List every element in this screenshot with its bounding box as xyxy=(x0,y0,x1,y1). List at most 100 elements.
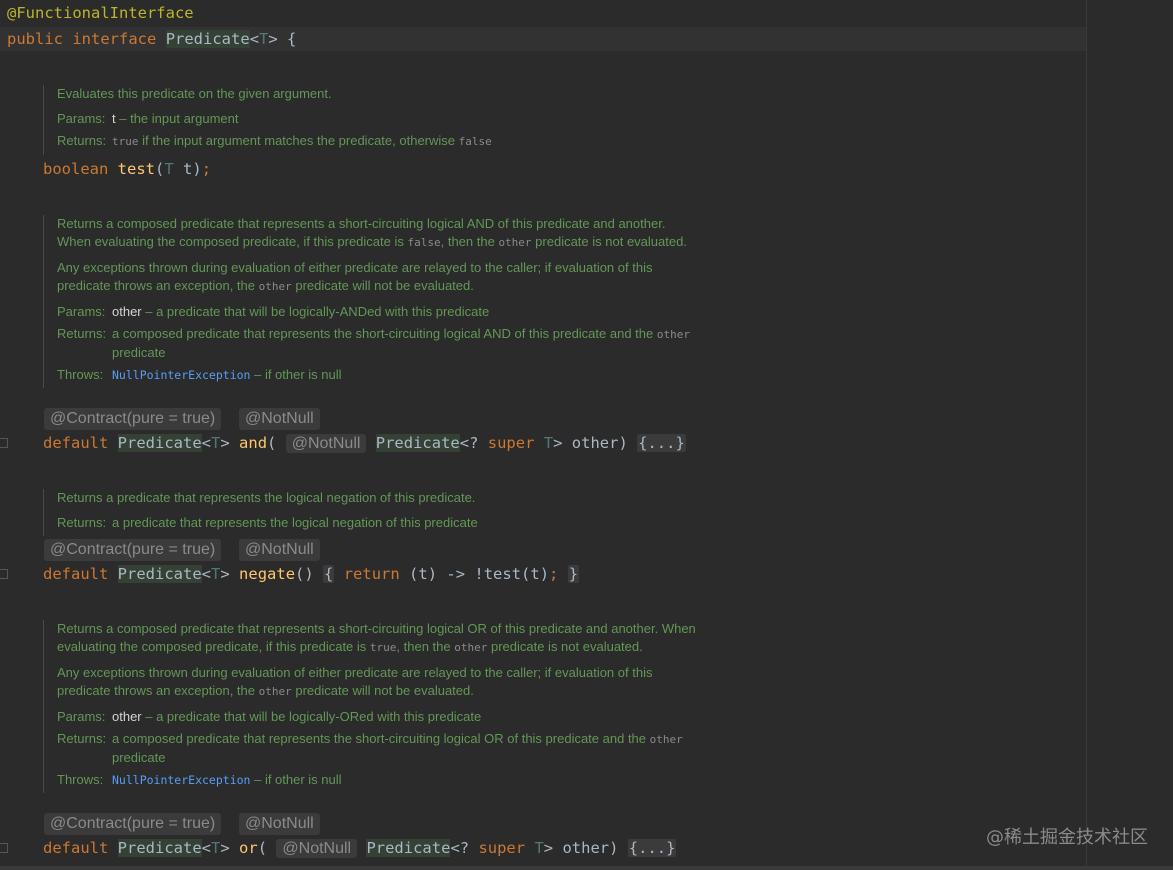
doc-returns-text: a composed predicate that represents the… xyxy=(112,731,650,746)
generic-open: < xyxy=(201,565,212,583)
type-param: T xyxy=(259,30,269,48)
method-or[interactable]: default Predicate<T> or( @NotNull Predic… xyxy=(43,838,677,859)
doc-text: , then the xyxy=(396,639,455,654)
doc-code: other xyxy=(454,641,488,654)
doc-throws-row: Throws: NullPointerException – if other … xyxy=(57,366,697,384)
method-name-negate: negate xyxy=(239,565,296,583)
inlay-text: @NotNull xyxy=(245,815,314,832)
doc-throws-text: – if other is null xyxy=(250,367,342,382)
doc-code: true xyxy=(369,641,397,654)
doc-returns-text: if the input argument matches the predic… xyxy=(138,133,459,148)
keyword-default: default xyxy=(43,839,109,857)
doc-paragraph: Returns a composed predicate that repres… xyxy=(57,620,697,657)
paren: () xyxy=(295,565,324,583)
return-type: Predicate xyxy=(117,839,202,857)
inlay-notnull-negate[interactable]: @NotNull xyxy=(239,539,320,561)
inlay-notnull-or[interactable]: @NotNull xyxy=(239,813,320,835)
wildcard: <? xyxy=(459,434,488,452)
keyword-super: super xyxy=(478,839,526,857)
inlay-text: @Contract(pure = true) xyxy=(50,541,216,558)
keyword-return: return xyxy=(343,565,400,583)
doc-returns-label: Returns: xyxy=(57,326,107,341)
generic-open: < xyxy=(249,30,260,48)
doc-paragraph: Any exceptions thrown during evaluation … xyxy=(57,664,697,701)
method-name-test: test xyxy=(117,160,155,178)
interface-declaration[interactable]: public interface Predicate<T> { xyxy=(7,29,296,49)
doc-paragraph: Any exceptions thrown during evaluation … xyxy=(57,259,697,296)
folded-body[interactable]: {...} xyxy=(637,434,686,452)
inlay-contract-negate[interactable]: @Contract(pure = true) xyxy=(44,539,222,561)
paren-open: ( xyxy=(155,160,165,178)
doc-text: predicate will not be evaluated. xyxy=(291,278,474,293)
brace-open[interactable]: { xyxy=(323,565,335,583)
keyword-interface: interface xyxy=(72,30,157,48)
lambda-body: (t) -> !test(t) xyxy=(399,565,550,583)
exception-link[interactable]: NullPointerException xyxy=(112,773,250,787)
doc-param-name: other xyxy=(112,304,142,319)
watermark: @稀土掘金技术社区 xyxy=(986,827,1148,848)
doc-code: other xyxy=(656,328,690,341)
generic-close: > { xyxy=(268,30,297,48)
doc-returns-text: a predicate that represents the logical … xyxy=(112,515,478,530)
type-param: T xyxy=(543,434,554,452)
inlay-notnull-param[interactable]: @NotNull xyxy=(276,839,358,858)
doc-text: predicate is not evaluated. xyxy=(531,234,687,249)
type-param: T xyxy=(211,434,221,452)
fold-marker-icon[interactable] xyxy=(0,843,8,853)
doc-param-text: – the input argument xyxy=(115,111,239,126)
brace-close[interactable]: } xyxy=(567,565,580,583)
doc-params-label: Params: xyxy=(57,709,106,724)
doc-code: false xyxy=(407,236,441,249)
doc-summary: Returns a predicate that represents the … xyxy=(57,490,476,505)
functional-interface-annotation[interactable]: @FunctionalInterface xyxy=(7,3,194,23)
semicolon: ; xyxy=(549,565,559,583)
doc-params-label: Params: xyxy=(57,304,106,319)
param-list: > other) xyxy=(543,839,628,857)
inlay-contract-and[interactable]: @Contract(pure = true) xyxy=(44,408,222,430)
method-name-or: or xyxy=(239,839,258,857)
horizontal-scrollbar[interactable] xyxy=(0,866,1173,870)
method-test[interactable]: boolean test(T t); xyxy=(43,159,211,179)
annotation-token: @FunctionalInterface xyxy=(7,4,194,22)
inlay-notnull-param[interactable]: @NotNull xyxy=(285,434,367,453)
folded-body[interactable]: {...} xyxy=(627,839,677,857)
inlay-contract-or[interactable]: @Contract(pure = true) xyxy=(44,813,222,835)
generic-close: > xyxy=(220,839,240,857)
doc-returns-text: a composed predicate that represents the… xyxy=(112,326,657,341)
inlay-text: @Contract(pure = true) xyxy=(50,815,216,832)
fold-marker-icon[interactable] xyxy=(0,438,8,448)
method-negate[interactable]: default Predicate<T> negate() { return (… xyxy=(43,564,580,584)
keyword-default: default xyxy=(43,565,109,583)
fold-marker-icon[interactable] xyxy=(0,569,8,579)
exception-link[interactable]: NullPointerException xyxy=(112,368,250,382)
doc-code: other xyxy=(649,733,683,746)
doc-code: true xyxy=(112,135,139,148)
param-type: Predicate xyxy=(366,839,451,857)
param-list: > other) xyxy=(553,434,638,452)
keyword-public: public xyxy=(7,30,63,48)
javadoc-and: Returns a composed predicate that repres… xyxy=(43,215,697,388)
doc-returns-row: Returns: a predicate that represents the… xyxy=(57,514,697,532)
doc-params-row: Params: other – a predicate that will be… xyxy=(57,303,697,321)
javadoc-negate: Returns a predicate that represents the … xyxy=(43,489,697,536)
doc-code: other xyxy=(258,280,292,293)
doc-param-name: other xyxy=(112,709,142,724)
right-margin-guide xyxy=(1086,0,1087,870)
paren-open: ( xyxy=(267,434,277,452)
generic-open: < xyxy=(201,434,212,452)
javadoc-test: Evaluates this predicate on the given ar… xyxy=(43,85,697,155)
keyword-default: default xyxy=(43,434,109,452)
generic-open: < xyxy=(201,839,212,857)
return-type: Predicate xyxy=(117,565,202,583)
keyword-boolean: boolean xyxy=(43,160,109,178)
inlay-notnull-and[interactable]: @NotNull xyxy=(239,408,320,430)
doc-throws-row: Throws: NullPointerException – if other … xyxy=(57,771,697,789)
type-param: T xyxy=(211,839,221,857)
doc-params-row: Params: t – the input argument xyxy=(57,110,697,128)
return-type: Predicate xyxy=(117,434,202,452)
doc-param-text: – a predicate that will be logically-AND… xyxy=(141,304,490,319)
method-name-and: and xyxy=(239,434,268,452)
inlay-text: @Contract(pure = true) xyxy=(50,410,216,427)
paren-open: ( xyxy=(257,839,268,857)
method-and[interactable]: default Predicate<T> and( @NotNull Predi… xyxy=(43,433,686,454)
